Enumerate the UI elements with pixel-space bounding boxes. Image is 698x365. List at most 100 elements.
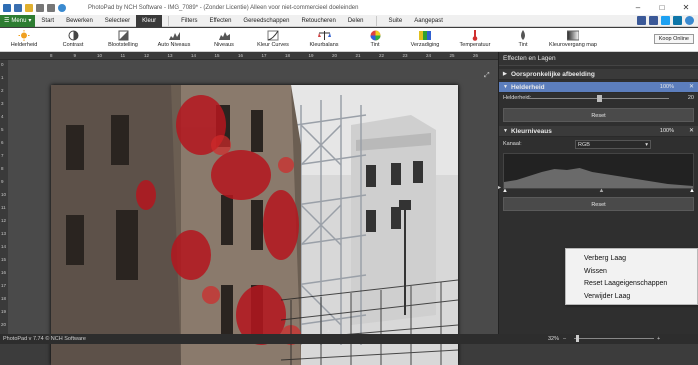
- redo-icon[interactable]: [47, 3, 55, 12]
- sun-icon: [18, 30, 31, 41]
- tab-selecteer[interactable]: Selecteer: [99, 15, 136, 27]
- tool-verzadiging[interactable]: Verzadiging: [400, 28, 450, 52]
- chevron-down-icon[interactable]: ▼: [503, 82, 508, 93]
- layer-helderheid[interactable]: ▼ Helderheid 100% ✕: [499, 82, 698, 93]
- tool-temperatuur[interactable]: Temperatuur: [450, 28, 500, 52]
- tool-tint[interactable]: Tint: [350, 28, 400, 52]
- ruler-tick-label: 17: [1, 283, 7, 288]
- zoom-slider[interactable]: [574, 338, 654, 339]
- tool-label: Kleurbalans: [309, 42, 339, 48]
- zoom-slider-handle[interactable]: [576, 335, 579, 342]
- ruler-tick-label: 6: [1, 140, 4, 145]
- white-point-handle[interactable]: ▲: [689, 188, 695, 194]
- channel-select[interactable]: RGB ▾: [575, 140, 651, 149]
- layer-opacity[interactable]: 100%: [660, 126, 674, 137]
- menu-item-reset-layer-properties[interactable]: Reset Laageigenschappen: [566, 278, 697, 291]
- photo-image[interactable]: [51, 85, 458, 365]
- ruler-tick-label: 10: [97, 53, 103, 58]
- tool-tint-2[interactable]: Tint: [500, 28, 546, 52]
- tab-effecten[interactable]: Effecten: [204, 15, 238, 27]
- tab-bewerken[interactable]: Bewerken: [60, 15, 99, 27]
- buy-online-button[interactable]: Koop Online: [653, 34, 694, 44]
- brightness-reset-button[interactable]: Reset: [503, 108, 694, 122]
- ruler-tick-label: 17: [261, 53, 267, 58]
- tool-blootstelling[interactable]: Blootstelling: [98, 28, 148, 52]
- tab-gereedschappen[interactable]: Gereedschappen: [237, 15, 295, 27]
- help-icon[interactable]: [58, 3, 66, 12]
- layer-original[interactable]: ▶ Oorspronkelijke afbeelding: [499, 69, 698, 80]
- tool-kleurbalans[interactable]: Kleurbalans: [298, 28, 350, 52]
- tab-filters[interactable]: Filters: [175, 15, 203, 27]
- main-menu-button[interactable]: ☰ Menu ▾: [0, 14, 36, 27]
- ruler-tick-label: 3: [1, 101, 4, 106]
- tool-label: Temperatuur: [459, 42, 491, 48]
- gamma-handle[interactable]: ▲: [599, 188, 605, 194]
- save-icon[interactable]: [14, 3, 22, 12]
- twitter-icon[interactable]: [661, 16, 670, 25]
- tool-niveaus[interactable]: Niveaus: [200, 28, 248, 52]
- tool-auto-niveaus[interactable]: Auto Niveaus: [148, 28, 200, 52]
- expand-icon[interactable]: ⤢: [484, 72, 490, 80]
- auto-levels-icon: [168, 30, 181, 41]
- panel-toggle-icon[interactable]: ▸: [498, 184, 501, 191]
- close-icon[interactable]: ✕: [689, 126, 694, 137]
- brightness-slider-handle[interactable]: [597, 95, 602, 102]
- tab-delen[interactable]: Delen: [342, 15, 370, 27]
- panel-title: Effecten en Lagen: [499, 52, 698, 66]
- tab-retoucheren[interactable]: Retoucheren: [295, 15, 341, 27]
- app-icon: [3, 3, 11, 12]
- minimize-button[interactable]: –: [626, 0, 650, 15]
- tool-label: Kleur Curves: [257, 42, 289, 48]
- close-button[interactable]: ✕: [674, 0, 698, 15]
- zoom-out-icon[interactable]: –: [563, 334, 566, 344]
- ruler-tick-label: 22: [379, 53, 385, 58]
- tool-kleurovergang-map[interactable]: Kleurovergang map: [546, 28, 600, 52]
- tab-kleur[interactable]: Kleur: [136, 14, 163, 27]
- curves-icon: [267, 30, 280, 41]
- help-circle-icon[interactable]: [685, 16, 694, 25]
- ruler-tick-label: 8: [1, 166, 4, 171]
- undo-icon[interactable]: [36, 3, 44, 12]
- menu-item-clear[interactable]: Wissen: [566, 266, 697, 279]
- open-icon[interactable]: [25, 3, 33, 12]
- ruler-tick-label: 8: [50, 53, 53, 58]
- channel-row: Kanaal: RGB ▾: [499, 139, 698, 150]
- maximize-button[interactable]: □: [650, 0, 674, 15]
- tool-label: Kleurovergang map: [548, 42, 597, 48]
- levels-reset-button[interactable]: Reset: [503, 197, 694, 211]
- tab-aangepast[interactable]: Aangepast: [408, 15, 449, 27]
- exposure-icon: [117, 30, 130, 41]
- chevron-down-icon: ▾: [28, 18, 32, 24]
- ruler-tick-label: 21: [355, 53, 361, 58]
- zoom-level: 32%: [548, 336, 560, 342]
- close-icon[interactable]: ✕: [689, 82, 694, 93]
- linkedin-icon[interactable]: [673, 16, 682, 25]
- tool-kleur-curves[interactable]: Kleur Curves: [248, 28, 298, 52]
- title-bar: PhotoPad by NCH Software - IMG_7089* - (…: [0, 0, 698, 15]
- ruler-tick-label: 24: [426, 53, 432, 58]
- layer-kleurniveaus[interactable]: ▼ Kleurniveaus 100% ✕: [499, 126, 698, 137]
- ruler-tick-label: 15: [214, 53, 220, 58]
- tool-helderheid[interactable]: Helderheid: [0, 28, 48, 52]
- tab-suite[interactable]: Suite: [383, 15, 409, 27]
- ruler-tick-label: 19: [1, 309, 7, 314]
- chevron-down-icon[interactable]: ▼: [503, 126, 508, 137]
- quick-access-toolbar: [0, 3, 66, 12]
- like-icon[interactable]: [637, 16, 646, 25]
- black-point-handle[interactable]: ▲: [502, 188, 508, 194]
- ruler-tick-label: 12: [144, 53, 150, 58]
- ruler-tick-label: 14: [1, 244, 7, 249]
- levels-histogram[interactable]: ▲ ▲ ▲: [502, 153, 695, 194]
- menu-item-hide-layer[interactable]: Verberg Laag: [566, 253, 697, 266]
- facebook-icon[interactable]: [649, 16, 658, 25]
- menu-item-delete-layer[interactable]: Verwijder Laag: [566, 291, 697, 304]
- ruler-tick-label: 1: [1, 75, 4, 80]
- ruler-horizontal: 8 9 10 11 12 13 14 15 16 17 18 19 20 21 22 23 24 25 26: [0, 52, 498, 60]
- tool-contrast[interactable]: Contrast: [48, 28, 98, 52]
- ruler-vertical: 0 1 2 3 4 5 6 7 8 9 10 11 12 13 14 15 16 17 18 19 20: [0, 60, 8, 334]
- tab-start[interactable]: Start: [35, 15, 60, 27]
- social-links: [637, 16, 694, 25]
- layer-opacity[interactable]: 100%: [660, 82, 674, 93]
- zoom-in-icon[interactable]: +: [657, 334, 660, 344]
- canvas-area[interactable]: 8 9 10 11 12 13 14 15 16 17 18 19 20 21 22 23 24 25 26 012…: [0, 52, 498, 365]
